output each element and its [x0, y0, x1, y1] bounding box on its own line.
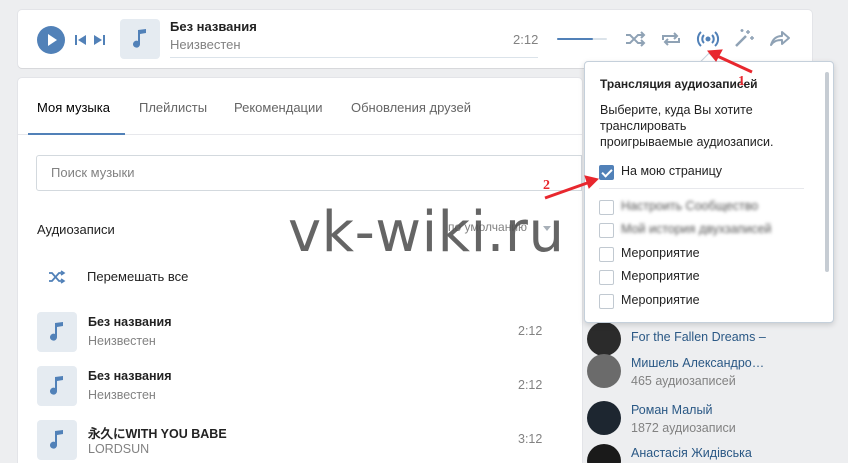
broadcast-option[interactable]: На мою страницу — [599, 163, 809, 181]
tab-my-music[interactable]: Моя музыка — [37, 100, 110, 115]
option-label[interactable]: Мой история двухзаписей — [621, 222, 772, 236]
friend-name[interactable]: For the Fallen Dreams – — [631, 330, 766, 344]
audio-player-bar: Без названия Неизвестен 2:12 — [18, 10, 812, 68]
player-track-time: 2:12 — [513, 32, 539, 47]
note-icon — [50, 322, 63, 341]
prev-icon[interactable] — [75, 33, 87, 47]
track-row[interactable]: Без названия Неизвестен 2:12 — [37, 366, 567, 408]
play-button[interactable] — [37, 26, 65, 54]
tab-recommendations[interactable]: Рекомендации — [234, 100, 323, 115]
note-icon — [50, 430, 63, 449]
checkbox[interactable] — [599, 223, 614, 238]
checkbox[interactable] — [599, 270, 614, 285]
option-label[interactable]: Мероприятие — [621, 293, 700, 307]
broadcast-option[interactable]: Настроить Сообщество — [599, 198, 809, 216]
audio-section-title: Аудиозаписи — [37, 222, 115, 237]
track-duration: 2:12 — [518, 378, 543, 392]
tab-friends-updates[interactable]: Обновления друзей — [351, 100, 471, 115]
broadcast-popup: Трансляция аудиозаписей Выберите, куда В… — [584, 61, 834, 323]
friend-audio-count: 465 аудиозаписей — [631, 374, 736, 388]
track-title: Без названия — [88, 315, 172, 329]
track-artist[interactable]: Неизвестен — [88, 334, 156, 348]
share-icon[interactable] — [768, 28, 792, 50]
track-artist[interactable]: Неизвестен — [88, 388, 156, 402]
player-track-title: Без названия — [170, 19, 257, 34]
search-input[interactable]: Поиск музыки — [36, 155, 582, 191]
friend-name[interactable]: Роман Малый — [631, 403, 712, 417]
active-tab-indicator — [28, 133, 125, 135]
option-label[interactable]: Мероприятие — [621, 246, 700, 260]
music-tabs: Моя музыка Плейлисты Рекомендации Обновл… — [18, 78, 582, 135]
shuffle-icon[interactable] — [48, 270, 66, 284]
tab-playlists[interactable]: Плейлисты — [139, 100, 207, 115]
track-duration: 3:12 — [518, 432, 543, 446]
checkbox[interactable] — [599, 247, 614, 262]
avatar[interactable] — [587, 444, 621, 463]
repeat-icon[interactable] — [659, 28, 683, 50]
popup-title: Трансляция аудиозаписей — [600, 77, 758, 91]
player-track-artist[interactable]: Неизвестен — [170, 37, 241, 52]
note-icon — [50, 376, 63, 395]
note-icon — [133, 29, 146, 48]
option-label[interactable]: Мероприятие — [621, 269, 700, 283]
friend-name[interactable]: Анастасія Жидівська — [631, 446, 752, 460]
friend-row[interactable]: Анастасія Жидівська — [587, 444, 787, 463]
broadcast-option[interactable]: Мой история двухзаписей — [599, 221, 809, 239]
track-cover[interactable] — [37, 420, 77, 460]
broadcast-option[interactable]: Мероприятие — [599, 292, 809, 310]
avatar[interactable] — [587, 354, 621, 388]
shuffle-all-button[interactable]: Перемешать все — [87, 269, 188, 284]
track-row[interactable]: Без названия Неизвестен 2:12 — [37, 312, 567, 354]
checkbox[interactable] — [599, 294, 614, 309]
music-panel: Моя музыка Плейлисты Рекомендации Обновл… — [18, 78, 582, 463]
annotation-marker-1: 1 — [738, 74, 745, 89]
track-cover[interactable] — [37, 312, 77, 352]
broadcast-option[interactable]: Мероприятие — [599, 245, 809, 263]
friend-row[interactable]: Роман Малый 1872 аудиозаписи — [587, 401, 787, 441]
option-label[interactable]: Настроить Сообщество — [621, 199, 758, 213]
friend-row[interactable]: Мишель Александро… 465 аудиозаписей — [587, 354, 787, 394]
avatar[interactable] — [587, 401, 621, 435]
magic-wand-icon[interactable] — [732, 28, 756, 50]
track-title: Без названия — [88, 369, 172, 383]
track-artist[interactable]: LORDSUN — [88, 442, 149, 456]
shuffle-icon[interactable] — [623, 28, 647, 50]
volume-fill — [557, 38, 593, 40]
track-cover[interactable] — [37, 366, 77, 406]
track-cover — [120, 19, 160, 59]
divider — [599, 188, 804, 189]
broadcast-icon[interactable] — [696, 28, 720, 50]
annotation-marker-2: 2 — [543, 178, 550, 193]
option-label[interactable]: На мою страницу — [621, 164, 722, 178]
checkbox[interactable] — [599, 165, 614, 180]
track-row[interactable]: 永久にWITH YOU BABE LORDSUN 3:12 — [37, 420, 567, 462]
popup-scrollbar[interactable] — [825, 72, 829, 272]
progress-bar[interactable] — [170, 57, 538, 58]
watermark: vk-wiki.ru — [288, 200, 565, 265]
avatar[interactable] — [587, 322, 621, 356]
checkbox[interactable] — [599, 200, 614, 215]
track-duration: 2:12 — [518, 324, 543, 338]
next-icon[interactable] — [93, 33, 105, 47]
friend-audio-count: 1872 аудиозаписи — [631, 421, 736, 435]
broadcast-option[interactable]: Мероприятие — [599, 268, 809, 286]
friend-name[interactable]: Мишель Александро… — [631, 356, 764, 370]
popup-description: Выберите, куда Вы хотите транслировать п… — [600, 103, 774, 149]
volume-slider[interactable] — [557, 38, 607, 40]
track-title: 永久にWITH YOU BABE — [88, 427, 227, 441]
